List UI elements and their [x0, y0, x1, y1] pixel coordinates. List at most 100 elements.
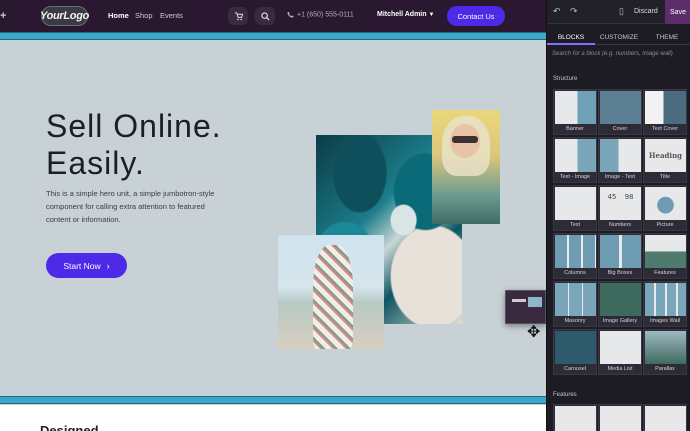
- block-thumb-image-text: [600, 139, 641, 172]
- block-tile-features-3[interactable]: [643, 404, 687, 431]
- page-canvas: Sell Online. Easily. This is a simple he…: [0, 32, 546, 431]
- app: { "site": { "logo": "YourLogo", "nav": {…: [0, 0, 690, 431]
- cart-icon: [234, 11, 243, 20]
- block-label: Image - Text: [604, 174, 636, 180]
- phone-number: +1 (650) 555-0111: [297, 11, 354, 19]
- tab-theme[interactable]: THEME: [643, 31, 690, 45]
- phone-link[interactable]: +1 (650) 555-0111: [287, 11, 354, 18]
- preview-text-line: [512, 299, 526, 302]
- hero-text[interactable]: This is a simple hero unit, a simple jum…: [46, 187, 231, 226]
- block-tile-features[interactable]: Features: [643, 233, 687, 279]
- block-thumb-title: Heading: [645, 139, 686, 172]
- block-tile-banner[interactable]: Banner: [553, 89, 597, 135]
- block-search-input[interactable]: Search for a block (e.g. numbers, image …: [552, 51, 673, 57]
- title-thumb-text: Heading: [648, 151, 683, 160]
- sunglasses: [452, 136, 478, 143]
- next-section: Designed: [0, 405, 546, 431]
- block-label: Cover: [612, 126, 628, 132]
- start-now-label: Start Now: [63, 260, 101, 271]
- block-thumb-picture: [645, 187, 686, 220]
- search-icon: [260, 11, 270, 21]
- block-tile-title[interactable]: Heading Title: [643, 137, 687, 183]
- tab-blocks[interactable]: BLOCKS: [547, 31, 595, 45]
- block-label: Text Cover: [651, 126, 679, 132]
- block-label: Masonry: [564, 318, 586, 324]
- mobile-preview-icon[interactable]: ▯: [619, 6, 624, 17]
- block-thumb-features: [645, 235, 686, 268]
- caret-down-icon: ▼: [428, 12, 435, 18]
- move-cursor-icon: ✥: [527, 324, 541, 341]
- site-logo[interactable]: YourLogo: [40, 6, 89, 26]
- block-thumb-cover: [600, 91, 641, 124]
- block-thumb-image-gallery: [600, 283, 641, 316]
- block-tile-features-2[interactable]: [598, 404, 642, 431]
- redo-icon[interactable]: ↷: [570, 6, 578, 17]
- undo-icon[interactable]: ↶: [553, 6, 561, 17]
- hero-title-line-2: Easily.: [46, 145, 145, 181]
- nav-link-events[interactable]: Events: [160, 11, 183, 20]
- dragged-block-preview[interactable]: [505, 290, 546, 324]
- block-tile-columns[interactable]: Columns: [553, 233, 597, 279]
- block-tile-masonry[interactable]: Masonry: [553, 281, 597, 327]
- woman-sunglasses-image[interactable]: [432, 110, 500, 224]
- block-tile-text[interactable]: Text: [553, 185, 597, 231]
- block-tile-images-wall[interactable]: Images Wall: [643, 281, 687, 327]
- site-navbar: YourLogo Home Shop Events + +1 (650) 555…: [0, 0, 546, 32]
- hero-title-line-1: Sell Online.: [46, 108, 222, 144]
- preview-image: [528, 297, 542, 307]
- block-thumb-big-boxes: [600, 235, 641, 268]
- block-label: Picture: [656, 222, 674, 228]
- block-tile-image-text[interactable]: Image - Text: [598, 137, 642, 183]
- block-label: Numbers: [608, 222, 632, 228]
- block-thumb-text: [555, 187, 596, 220]
- block-tile-cover[interactable]: Cover: [598, 89, 642, 135]
- block-thumb-images-wall: [645, 283, 686, 316]
- drop-zone-bottom[interactable]: [0, 396, 546, 404]
- user-name: Mitchell Admin: [377, 11, 427, 18]
- block-label: Columns: [564, 270, 586, 276]
- block-tile-media-list[interactable]: Media List: [598, 329, 642, 375]
- block-label: Carousel: [563, 366, 586, 372]
- block-thumb: [555, 406, 596, 431]
- hero-title[interactable]: Sell Online. Easily.: [46, 108, 222, 182]
- block-tile-numbers[interactable]: 45 98 Numbers: [598, 185, 642, 231]
- numbers-thumb-text: 45 98: [607, 193, 634, 201]
- cart-button[interactable]: [228, 7, 248, 25]
- block-tile-picture[interactable]: Picture: [643, 185, 687, 231]
- block-thumb: [600, 406, 641, 431]
- block-label: Big Boxes: [607, 270, 633, 276]
- block-tile-text-cover[interactable]: Text Cover: [643, 89, 687, 135]
- discard-button[interactable]: Discard: [634, 8, 658, 15]
- nav-link-home[interactable]: Home: [108, 11, 129, 20]
- block-thumb-carousel: [555, 331, 596, 364]
- section-features-label: Features: [553, 392, 577, 398]
- block-label: Parallax: [655, 366, 675, 372]
- nav-link-shop[interactable]: Shop: [135, 11, 153, 20]
- block-thumb-text-image: [555, 139, 596, 172]
- chevron-right-icon: ›: [106, 260, 110, 271]
- block-thumb: [645, 406, 686, 431]
- block-tile-big-boxes[interactable]: Big Boxes: [598, 233, 642, 279]
- drop-zone-top[interactable]: [0, 32, 546, 40]
- block-label: Title: [659, 174, 671, 180]
- block-thumb-numbers: 45 98: [600, 187, 641, 220]
- block-tile-carousel[interactable]: Carousel: [553, 329, 597, 375]
- block-tile-parallax[interactable]: Parallax: [643, 329, 687, 375]
- block-thumb-columns: [555, 235, 596, 268]
- dress-figure: [313, 245, 353, 349]
- block-label: Image Gallery: [602, 318, 638, 324]
- save-button[interactable]: Save: [665, 0, 690, 24]
- contact-us-button[interactable]: Contact Us: [447, 6, 505, 26]
- block-label: Text - Image: [559, 174, 591, 180]
- editor-tabs: BLOCKS CUSTOMIZE THEME: [547, 31, 690, 45]
- block-tile-features-1[interactable]: [553, 404, 597, 431]
- block-tile-text-image[interactable]: Text - Image: [553, 137, 597, 183]
- tab-customize[interactable]: CUSTOMIZE: [595, 31, 643, 45]
- add-menu-item-icon[interactable]: +: [0, 10, 6, 22]
- user-menu[interactable]: Mitchell Admin ▼: [377, 11, 434, 18]
- dress-image[interactable]: [278, 235, 384, 349]
- block-tile-image-gallery[interactable]: Image Gallery: [598, 281, 642, 327]
- block-label: Text: [569, 222, 581, 228]
- search-button[interactable]: [255, 7, 275, 25]
- start-now-button[interactable]: Start Now ›: [46, 253, 127, 278]
